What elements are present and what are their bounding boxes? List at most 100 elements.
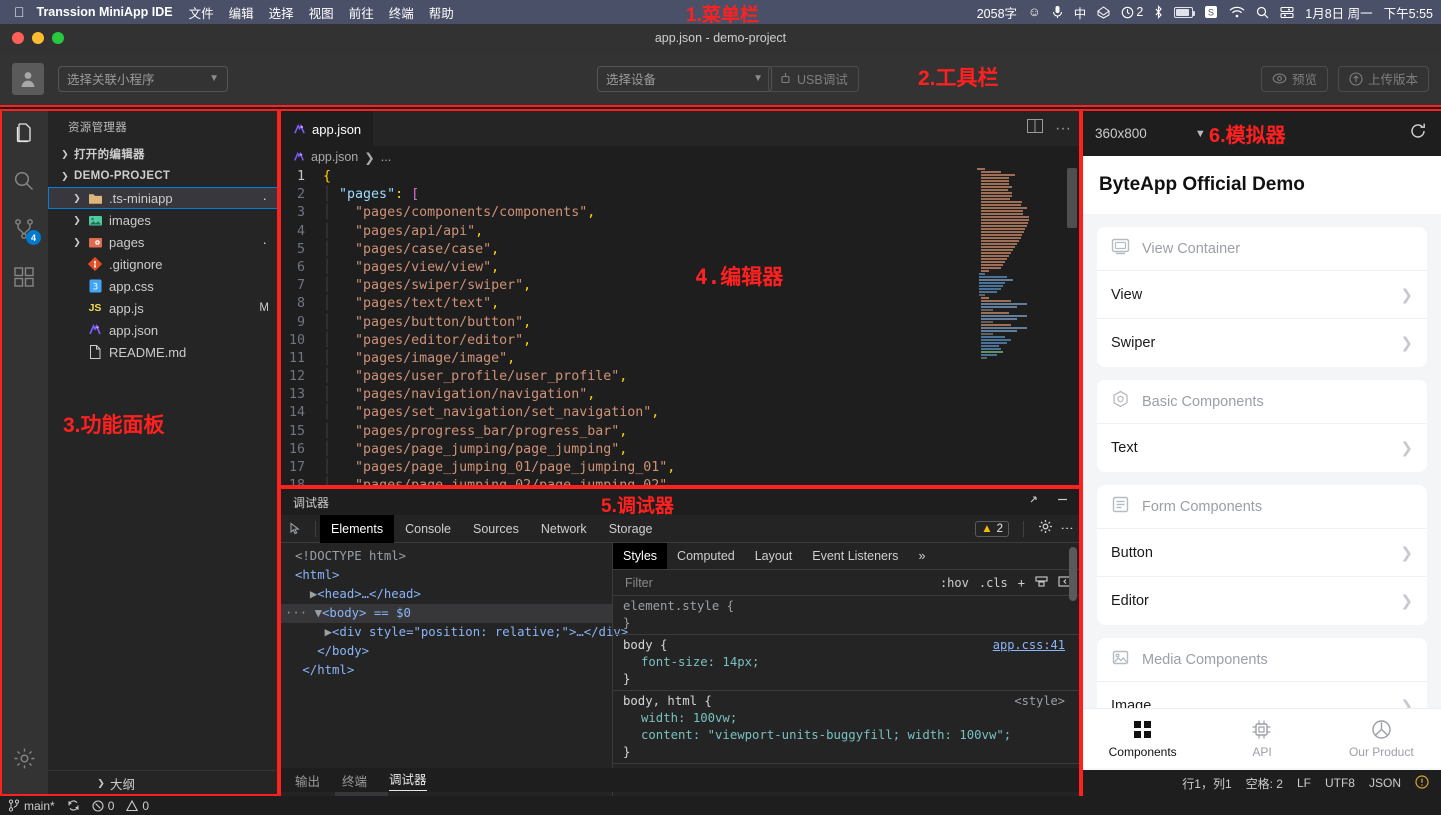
- code-line[interactable]: 12 │ "pages/user_profile/user_profile",: [281, 368, 1079, 386]
- status-line-col[interactable]: 行1，列1: [1182, 775, 1231, 792]
- bluetooth-icon[interactable]: [1154, 5, 1163, 19]
- split-editor-icon[interactable]: [1027, 119, 1044, 138]
- menu-item-selection[interactable]: 选择: [269, 3, 294, 22]
- menubar-date[interactable]: 1月8日 周一: [1305, 3, 1372, 22]
- battery-icon[interactable]: [1174, 6, 1196, 18]
- code-line[interactable]: 5 │ "pages/case/case",: [281, 241, 1079, 259]
- sidebar-file-app-css[interactable]: 3 app.css: [48, 275, 279, 297]
- rule-source-link[interactable]: app.css:41: [993, 638, 1065, 652]
- code-line[interactable]: 18│ "pages/page_jumping_02/page_jumping_…: [281, 477, 1079, 485]
- microphone-icon[interactable]: [1052, 5, 1063, 19]
- code-line[interactable]: 7 │ "pages/swiper/swiper",: [281, 277, 1079, 295]
- styles-tab-event-listeners[interactable]: Event Listeners: [802, 543, 908, 569]
- devtools-more-icon[interactable]: ⋮: [1060, 522, 1075, 535]
- devtools-tab-console[interactable]: Console: [394, 515, 462, 543]
- upload-version-button[interactable]: 上传版本: [1337, 65, 1429, 92]
- status-spaces[interactable]: 空格: 2: [1246, 775, 1283, 792]
- chevron-down-icon[interactable]: ▼: [1195, 128, 1206, 140]
- input-method-icon[interactable]: 中: [1074, 3, 1087, 22]
- devtools-settings-icon[interactable]: [1038, 519, 1053, 539]
- editor-minimap[interactable]: [973, 168, 1065, 485]
- activity-search[interactable]: [0, 157, 48, 205]
- dom-line-selected[interactable]: ··· ▼<body> == $0: [281, 604, 612, 623]
- menu-item-edit[interactable]: 编辑: [229, 3, 254, 22]
- rule-declaration[interactable]: font-size: 14px;: [623, 654, 1079, 671]
- word-count-status[interactable]: 2058字: [977, 3, 1017, 22]
- list-item-swiper[interactable]: Swiper ❯: [1097, 319, 1427, 367]
- list-item-button[interactable]: Button ❯: [1097, 529, 1427, 577]
- sidebar-open-editors[interactable]: ❯ 打开的编辑器: [48, 143, 279, 165]
- code-line[interactable]: 8 │ "pages/text/text",: [281, 295, 1079, 313]
- activity-source-control[interactable]: 4: [0, 205, 48, 253]
- preview-button[interactable]: 预览: [1260, 65, 1328, 92]
- style-rule[interactable]: body { app.css:41 font-size: 14px; }: [613, 635, 1079, 691]
- collapse-triangle-icon[interactable]: ▼: [315, 606, 322, 620]
- sidebar-file-pages[interactable]: ❯ pages ·: [48, 231, 279, 253]
- avatar[interactable]: [12, 62, 44, 95]
- menu-item-go[interactable]: 前往: [349, 3, 374, 22]
- simulator-resolution[interactable]: 360x800: [1095, 126, 1147, 141]
- panel-tab-output[interactable]: 输出: [295, 771, 320, 790]
- code-line[interactable]: 4 │ "pages/api/api",: [281, 223, 1079, 241]
- code-line[interactable]: 15 │ "pages/progress_bar/progress_bar",: [281, 423, 1079, 441]
- code-line[interactable]: 3 │ "pages/components/components",: [281, 204, 1079, 222]
- devtools-tab-network[interactable]: Network: [530, 515, 598, 543]
- dropbox-icon[interactable]: [1097, 5, 1111, 19]
- list-item-text[interactable]: Text ❯: [1097, 424, 1427, 472]
- sidebar-file-gitignore[interactable]: .gitignore: [48, 253, 279, 275]
- activity-explorer[interactable]: [0, 109, 48, 157]
- styles-computed-icon[interactable]: [1035, 575, 1048, 591]
- editor-tab-app-json[interactable]: app.json: [281, 111, 374, 146]
- sidebar-file-app-json[interactable]: app.json: [48, 319, 279, 341]
- code-line[interactable]: 14 │ "pages/set_navigation/set_navigation…: [281, 404, 1079, 422]
- minimize-panel-icon[interactable]: [1056, 493, 1069, 511]
- rule-declaration[interactable]: content: "viewport-units-buggyfill; widt…: [623, 727, 1079, 744]
- style-rule[interactable]: element.style { }: [613, 596, 1079, 635]
- dom-line[interactable]: ▶<div style="position: relative;">…</div…: [281, 623, 629, 642]
- tab-api[interactable]: API: [1202, 709, 1321, 768]
- cls-toggle[interactable]: .cls: [979, 576, 1008, 590]
- menu-item-file[interactable]: 文件: [189, 3, 214, 22]
- dom-line[interactable]: <!DOCTYPE html>: [281, 547, 612, 566]
- rule-declaration[interactable]: width: 100vw;: [623, 710, 1079, 727]
- dom-line[interactable]: </html>: [281, 661, 612, 680]
- devtools-tab-storage[interactable]: Storage: [598, 515, 664, 543]
- panel-tab-terminal[interactable]: 终端: [342, 771, 367, 790]
- menu-item-terminal[interactable]: 终端: [389, 3, 414, 22]
- list-item-view[interactable]: View ❯: [1097, 271, 1427, 319]
- hov-toggle[interactable]: :hov: [940, 576, 969, 590]
- reload-icon[interactable]: [1409, 122, 1427, 145]
- sidebar-outline-section[interactable]: ❯ 大纲: [48, 770, 279, 796]
- styles-tab-computed[interactable]: Computed: [667, 543, 745, 569]
- sidebar-file-ts-miniapp[interactable]: ❯ .ts-miniapp ·: [48, 187, 279, 209]
- more-actions-icon[interactable]: ···: [1055, 120, 1071, 138]
- status-language[interactable]: JSON: [1369, 776, 1401, 790]
- sidebar-file-readme[interactable]: README.md: [48, 341, 279, 363]
- expand-triangle-icon[interactable]: ▶: [325, 625, 332, 639]
- breadcrumb-rest[interactable]: ...: [381, 150, 391, 164]
- code-line[interactable]: 10 │ "pages/editor/editor",: [281, 332, 1079, 350]
- code-line[interactable]: 6 │ "pages/view/view",: [281, 259, 1079, 277]
- status-encoding[interactable]: UTF8: [1325, 776, 1355, 790]
- dom-line[interactable]: ▶<head>…</head>: [281, 585, 612, 604]
- styles-tab-more[interactable]: »: [908, 543, 935, 569]
- tab-components[interactable]: Components: [1083, 709, 1202, 768]
- breadcrumb-file[interactable]: app.json: [311, 150, 358, 164]
- menu-item-help[interactable]: 帮助: [429, 3, 454, 22]
- code-line[interactable]: 9 │ "pages/button/button",: [281, 314, 1079, 332]
- tab-our-product[interactable]: Our Product: [1322, 709, 1441, 768]
- devtools-tab-sources[interactable]: Sources: [462, 515, 530, 543]
- menubar-time[interactable]: 下午5:55: [1384, 3, 1433, 22]
- notifications-icon[interactable]: [1415, 774, 1429, 792]
- styles-tab-layout[interactable]: Layout: [745, 543, 803, 569]
- status-branch[interactable]: main*: [8, 799, 55, 813]
- maximize-panel-icon[interactable]: [1027, 493, 1040, 511]
- device-select[interactable]: 选择设备 ▼: [597, 65, 772, 92]
- styles-tab-styles[interactable]: Styles: [613, 543, 668, 569]
- wifi-icon[interactable]: [1229, 6, 1245, 18]
- sidebar-file-images[interactable]: ❯ images: [48, 209, 279, 231]
- sidebar-project-root[interactable]: ❯ DEMO-PROJECT: [48, 165, 279, 187]
- inspect-element-icon[interactable]: [281, 521, 311, 536]
- panel-tab-debugger[interactable]: 调试器: [389, 769, 427, 791]
- devtools-tab-elements[interactable]: Elements: [320, 514, 395, 543]
